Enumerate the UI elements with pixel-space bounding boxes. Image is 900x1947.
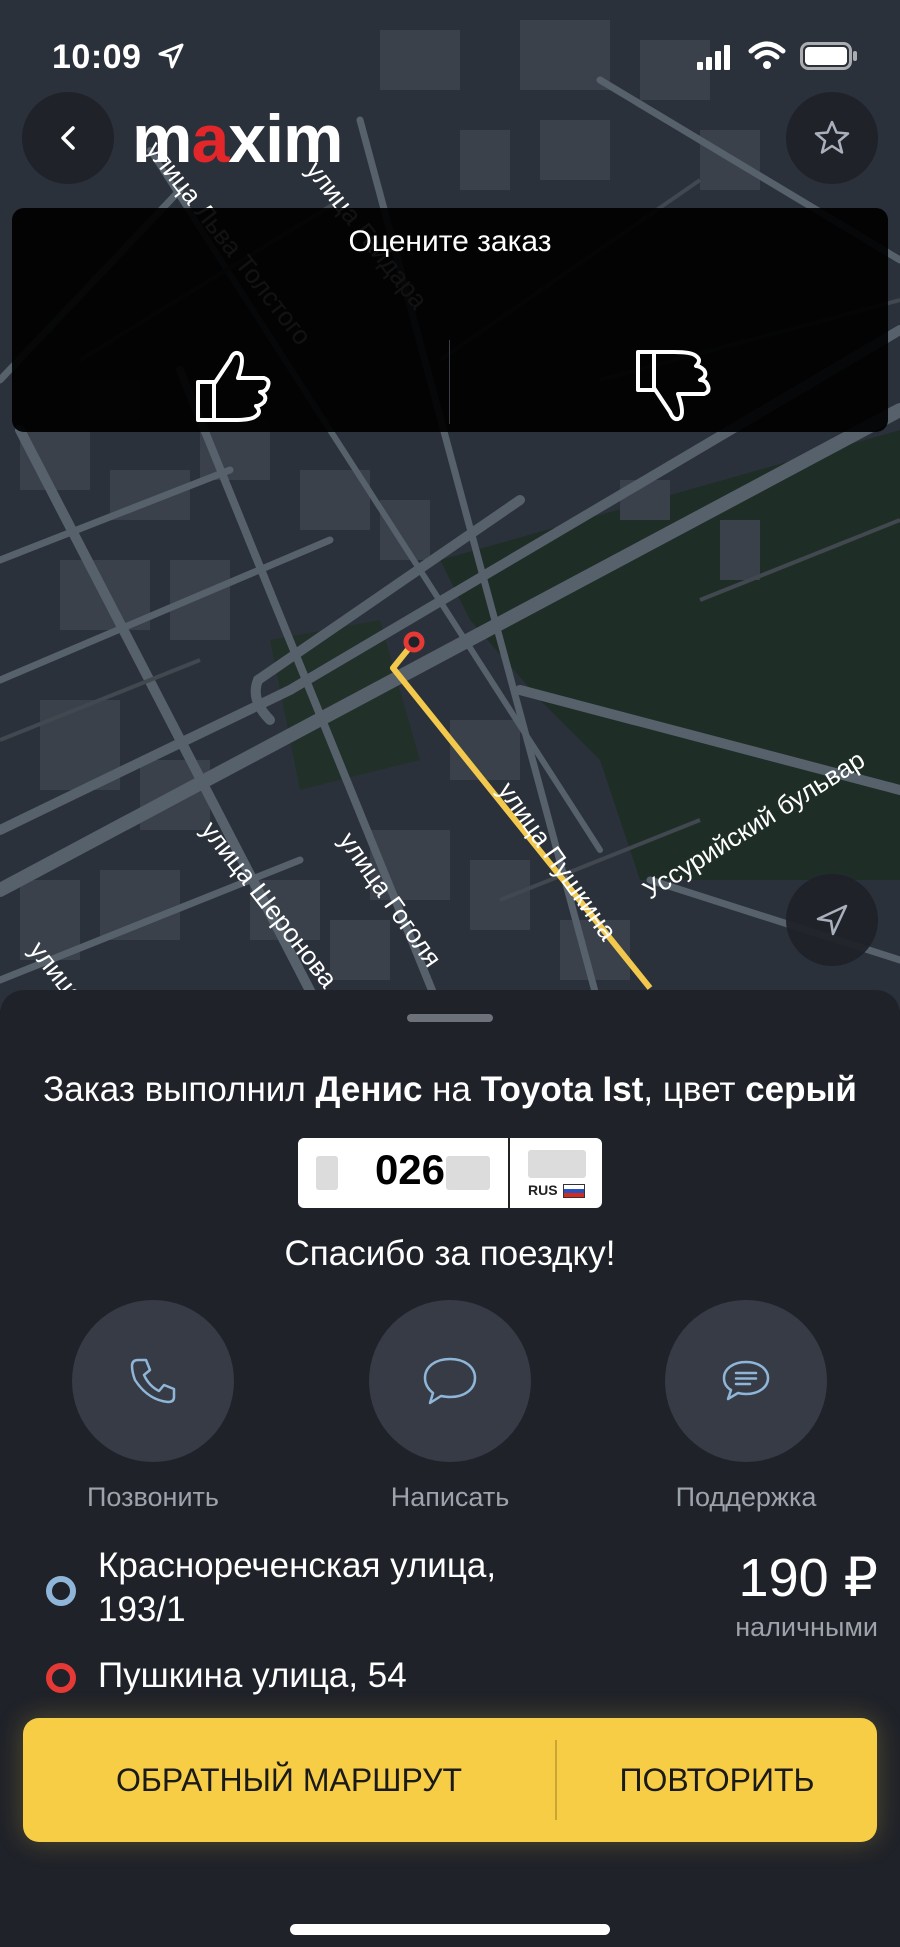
thumbs-down-icon[interactable] bbox=[634, 348, 714, 424]
rating-divider bbox=[449, 340, 450, 424]
flag-icon bbox=[563, 1184, 585, 1198]
call-button[interactable] bbox=[72, 1300, 234, 1462]
write-label: Написать bbox=[390, 1482, 510, 1512]
location-arrow-icon bbox=[158, 43, 184, 69]
status-bar: 10:09 bbox=[0, 0, 900, 110]
write-action[interactable]: Написать bbox=[369, 1300, 531, 1513]
rating-title: Оцените заказ bbox=[348, 225, 552, 258]
sheet-handle[interactable] bbox=[407, 1014, 493, 1022]
favorite-button[interactable] bbox=[786, 92, 878, 184]
origin-dot-icon bbox=[46, 1576, 76, 1606]
home-indicator[interactable] bbox=[290, 1924, 610, 1935]
car-color: серый bbox=[745, 1070, 857, 1109]
write-button[interactable] bbox=[369, 1300, 531, 1462]
support-label: Поддержка bbox=[675, 1482, 817, 1512]
thanks-message: Спасибо за поездку! bbox=[284, 1234, 616, 1273]
support-button[interactable] bbox=[665, 1300, 827, 1462]
action-bar: ОБРАТНЫЙ МАРШРУТ ПОВТОРИТЬ bbox=[23, 1718, 877, 1842]
destination-address: Пушкина улица, 54 bbox=[98, 1656, 407, 1695]
navigation-arrow-icon bbox=[816, 904, 848, 936]
support-chat-icon bbox=[722, 1360, 770, 1401]
origin-address: Краснореченская улица, 193/1 bbox=[98, 1546, 497, 1629]
star-icon bbox=[814, 120, 850, 154]
destination-dot-icon bbox=[46, 1663, 76, 1693]
support-action[interactable]: Поддержка bbox=[665, 1300, 827, 1513]
clock: 10:09 bbox=[52, 38, 142, 76]
driver-name: Денис bbox=[315, 1070, 423, 1109]
maxim-logo: maxim bbox=[132, 101, 343, 177]
thumbs-up-icon[interactable] bbox=[194, 348, 274, 424]
repeat-button[interactable]: ПОВТОРИТЬ bbox=[557, 1718, 877, 1842]
bottom-sheet: Заказ выполнил Денис на Toyota Ist, цвет… bbox=[0, 990, 900, 1947]
chat-bubble-icon bbox=[423, 1357, 477, 1405]
signal-icon bbox=[697, 45, 730, 70]
license-plate: 026 RUS bbox=[298, 1138, 602, 1208]
call-label: Позвонить bbox=[87, 1482, 219, 1512]
plate-region: RUS bbox=[528, 1182, 558, 1198]
payment-method: наличными bbox=[735, 1612, 878, 1642]
rating-card: Оцените заказ bbox=[12, 208, 888, 432]
car-model: Toyota Ist bbox=[480, 1070, 644, 1109]
trip-price: 190 ₽ bbox=[738, 1548, 878, 1608]
battery-icon bbox=[800, 42, 857, 70]
return-route-button[interactable]: ОБРАТНЫЙ МАРШРУТ bbox=[23, 1718, 555, 1842]
call-action[interactable]: Позвонить bbox=[72, 1300, 234, 1513]
phone-icon bbox=[130, 1358, 176, 1404]
chevron-left-icon bbox=[61, 126, 75, 150]
locate-button[interactable] bbox=[786, 874, 878, 966]
plate-number: 026 bbox=[374, 1146, 446, 1193]
wifi-icon bbox=[748, 41, 786, 69]
back-button[interactable] bbox=[22, 92, 114, 184]
order-summary: Заказ выполнил Денис на Toyota Ist, цвет… bbox=[43, 1070, 857, 1109]
